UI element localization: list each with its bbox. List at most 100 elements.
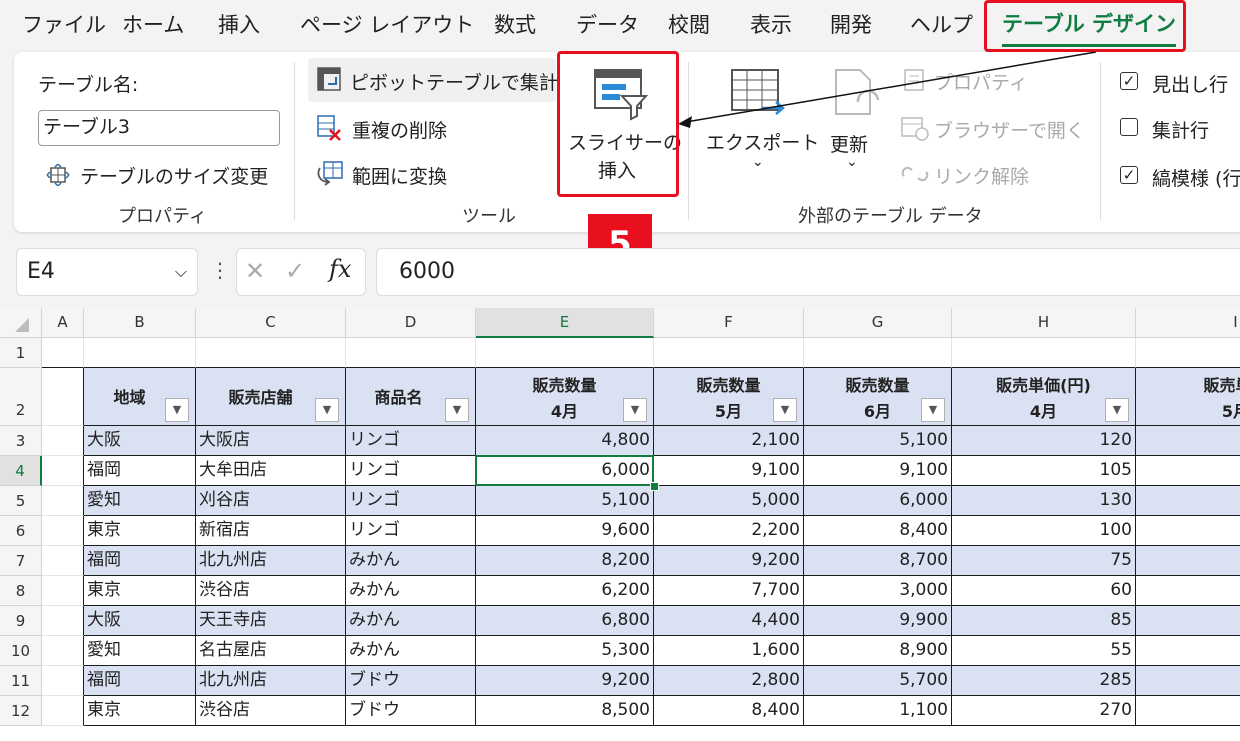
number-cell[interactable]: 9,200 xyxy=(476,666,654,696)
number-cell[interactable]: 75 xyxy=(952,546,1136,576)
empty-cell[interactable] xyxy=(346,338,476,368)
text-cell[interactable]: 名古屋店 xyxy=(196,636,346,666)
number-cell[interactable]: 8,700 xyxy=(804,546,952,576)
text-cell[interactable]: 東京 xyxy=(84,696,196,726)
filter-dropdown-icon[interactable]: ▼ xyxy=(1105,398,1129,422)
text-cell[interactable]: みかん xyxy=(346,606,476,636)
column-header-c[interactable]: C xyxy=(196,308,346,338)
number-cell[interactable]: 6,200 xyxy=(476,576,654,606)
number-cell[interactable]: 5,700 xyxy=(804,666,952,696)
empty-cell[interactable] xyxy=(42,426,84,456)
empty-cell[interactable] xyxy=(1136,666,1240,696)
number-cell[interactable]: 9,900 xyxy=(804,606,952,636)
empty-cell[interactable] xyxy=(1136,636,1240,666)
empty-cell[interactable] xyxy=(84,338,196,368)
empty-cell[interactable] xyxy=(42,636,84,666)
column-header-d[interactable]: D xyxy=(346,308,476,338)
text-cell[interactable]: みかん xyxy=(346,636,476,666)
number-cell[interactable]: 9,200 xyxy=(654,546,804,576)
number-cell[interactable]: 6,000 xyxy=(804,486,952,516)
empty-cell[interactable] xyxy=(654,338,804,368)
number-cell[interactable]: 4,800 xyxy=(476,426,654,456)
number-cell[interactable]: 285 xyxy=(952,666,1136,696)
text-cell[interactable]: 北九州店 xyxy=(196,666,346,696)
number-cell[interactable]: 1,600 xyxy=(654,636,804,666)
empty-cell[interactable] xyxy=(1136,426,1240,456)
text-cell[interactable]: 愛知 xyxy=(84,636,196,666)
text-cell[interactable]: 渋谷店 xyxy=(196,696,346,726)
number-cell[interactable]: 60 xyxy=(952,576,1136,606)
number-cell[interactable]: 55 xyxy=(952,636,1136,666)
empty-cell[interactable] xyxy=(42,576,84,606)
number-cell[interactable]: 4,400 xyxy=(654,606,804,636)
column-header-b[interactable]: B xyxy=(84,308,196,338)
text-cell[interactable]: リンゴ xyxy=(346,426,476,456)
number-cell[interactable]: 7,700 xyxy=(654,576,804,606)
row-header-10[interactable]: 10 xyxy=(0,636,42,666)
row-header-5[interactable]: 5 xyxy=(0,486,42,516)
filter-dropdown-icon[interactable]: ▼ xyxy=(623,398,647,422)
fill-handle[interactable] xyxy=(650,482,659,491)
number-cell[interactable]: 8,900 xyxy=(804,636,952,666)
empty-cell[interactable] xyxy=(1136,516,1240,546)
text-cell[interactable]: 大阪 xyxy=(84,426,196,456)
row-header-3[interactable]: 3 xyxy=(0,426,42,456)
select-all-corner[interactable] xyxy=(0,308,42,338)
number-cell[interactable]: 8,200 xyxy=(476,546,654,576)
row-header-8[interactable]: 8 xyxy=(0,576,42,606)
table-header-cell[interactable]: 販売単価(円) 4月 ▼ xyxy=(952,368,1136,426)
empty-cell[interactable] xyxy=(42,486,84,516)
text-cell[interactable]: 福岡 xyxy=(84,666,196,696)
empty-cell[interactable] xyxy=(42,606,84,636)
number-cell[interactable]: 6,800 xyxy=(476,606,654,636)
text-cell[interactable]: 福岡 xyxy=(84,546,196,576)
empty-cell[interactable] xyxy=(1136,338,1240,368)
more-options-icon[interactable]: ⋮ xyxy=(210,258,230,282)
number-cell[interactable]: 9,100 xyxy=(654,456,804,486)
table-header-cell[interactable]: 商品名 ▼ xyxy=(346,368,476,426)
number-cell[interactable]: 2,800 xyxy=(654,666,804,696)
row-header-12[interactable]: 12 xyxy=(0,696,42,726)
number-cell[interactable]: 1,100 xyxy=(804,696,952,726)
text-cell[interactable]: 大阪店 xyxy=(196,426,346,456)
row-header-2[interactable]: 2 xyxy=(0,368,42,426)
number-cell[interactable]: 105 xyxy=(952,456,1136,486)
empty-cell[interactable] xyxy=(42,666,84,696)
number-cell[interactable]: 130 xyxy=(952,486,1136,516)
number-cell[interactable]: 120 xyxy=(952,426,1136,456)
number-cell[interactable]: 3,000 xyxy=(804,576,952,606)
text-cell[interactable]: 大牟田店 xyxy=(196,456,346,486)
text-cell[interactable]: 東京 xyxy=(84,516,196,546)
row-header-4[interactable]: 4 xyxy=(0,456,42,486)
text-cell[interactable]: 渋谷店 xyxy=(196,576,346,606)
empty-cell[interactable] xyxy=(1136,486,1240,516)
empty-cell[interactable] xyxy=(1136,456,1240,486)
filter-dropdown-icon[interactable]: ▼ xyxy=(445,398,469,422)
text-cell[interactable]: みかん xyxy=(346,576,476,606)
table-header-cell[interactable]: 販売数量 4月 ▼ xyxy=(476,368,654,426)
empty-cell[interactable] xyxy=(42,338,84,368)
filter-dropdown-icon[interactable]: ▼ xyxy=(921,398,945,422)
chevron-down-icon[interactable]: ⌵ xyxy=(175,249,187,295)
empty-cell[interactable] xyxy=(42,546,84,576)
empty-cell[interactable] xyxy=(1136,576,1240,606)
column-header-g[interactable]: G xyxy=(804,308,952,338)
text-cell[interactable]: 愛知 xyxy=(84,486,196,516)
table-header-cell[interactable]: 販売数量 5月 ▼ xyxy=(654,368,804,426)
row-header-7[interactable]: 7 xyxy=(0,546,42,576)
worksheet-grid[interactable]: A B C D E F G H I 1 2 3 4 5 6 7 8 9 10 11 12 地域 ▼ 販売店舗 ▼ 商品名 ▼ 販売数量… xyxy=(0,308,1240,741)
column-header-a[interactable]: A xyxy=(42,308,84,338)
number-cell[interactable]: 6,000 xyxy=(476,456,654,486)
number-cell[interactable]: 8,500 xyxy=(476,696,654,726)
number-cell[interactable]: 5,000 xyxy=(654,486,804,516)
column-header-i[interactable]: I xyxy=(1136,308,1240,338)
number-cell[interactable]: 2,200 xyxy=(654,516,804,546)
cancel-icon[interactable]: ✕ xyxy=(245,257,265,285)
table-header-cell[interactable]: 販売単価5月▼ xyxy=(1136,368,1240,426)
row-header-11[interactable]: 11 xyxy=(0,666,42,696)
empty-cell[interactable] xyxy=(1136,606,1240,636)
number-cell[interactable]: 270 xyxy=(952,696,1136,726)
number-cell[interactable]: 9,100 xyxy=(804,456,952,486)
row-header-6[interactable]: 6 xyxy=(0,516,42,546)
filter-dropdown-icon[interactable]: ▼ xyxy=(773,398,797,422)
